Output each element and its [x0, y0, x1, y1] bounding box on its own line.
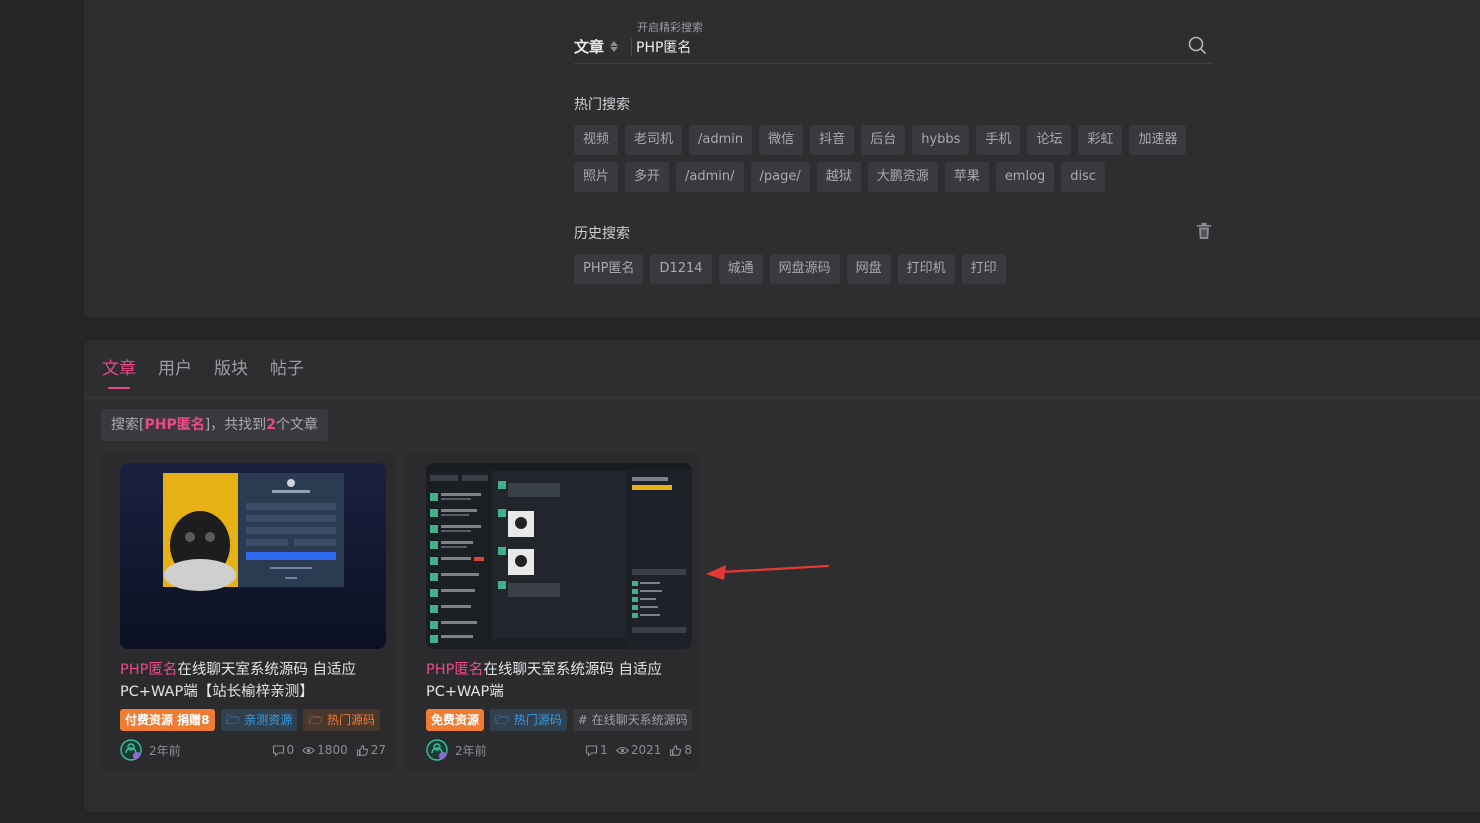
author-avatar[interactable] — [426, 739, 448, 761]
trash-icon[interactable] — [1196, 222, 1212, 240]
results-panel: 文章 用户 版块 帖子 搜索[PHP匿名]，共找到2个文章 PHP匿名在线聊天室… — [84, 340, 1480, 812]
thumbs-up-icon — [356, 744, 368, 756]
hot-search-tags: 视频 老司机/admin 微信 抖音 后台 hybbs 手机 论坛 彩虹 加速器照片 多开/admi… — [574, 125, 1214, 192]
hot-tag[interactable]: 越狱 — [816, 162, 861, 192]
thumbnail-chat-screen-image — [426, 463, 692, 649]
article-title[interactable]: PHP匿名在线聊天室系统源码 自适应PC+WAP端【站长榆梓亲测】 — [120, 659, 386, 703]
article-card[interactable]: PHP匿名在线聊天室系统源码 自适应PC+WAP端【站长榆梓亲测】 付费资源 捐… — [100, 453, 394, 771]
summary-keyword: PHP匿名 — [144, 417, 205, 433]
history-search-title: 历史搜索 — [574, 226, 630, 242]
thumbnail-login-screen-image — [120, 463, 386, 649]
history-tag[interactable]: PHP匿名 — [574, 254, 644, 284]
free-resource-tag[interactable]: 免费资源 — [426, 709, 485, 731]
search-summary: 搜索[PHP匿名]，共找到2个文章 — [101, 409, 328, 441]
hot-tag[interactable]: 多开 — [625, 162, 670, 192]
tab-users[interactable]: 用户 — [158, 354, 192, 389]
hot-tag[interactable]: 抖音 — [810, 125, 855, 155]
tab-boards[interactable]: 版块 — [214, 354, 248, 389]
search-input[interactable] — [636, 36, 1176, 58]
history-tag[interactable]: 城通 — [718, 254, 763, 284]
article-tags: 免费资源 🗁 热门源码 # 在线聊天系统源码 — [426, 709, 692, 731]
view-count: 1800 — [302, 743, 348, 757]
eye-icon — [302, 746, 316, 754]
hot-tag[interactable]: 彩虹 — [1078, 125, 1123, 155]
topic-tag[interactable]: # 在线聊天系统源码 — [572, 709, 692, 731]
comment-count: 1 — [585, 743, 608, 757]
comment-count: 0 — [272, 743, 294, 757]
hot-tag[interactable]: 老司机 — [625, 125, 683, 155]
view-count: 2021 — [615, 743, 661, 757]
hot-tag[interactable]: 视频 — [574, 125, 619, 155]
hot-tag[interactable]: emlog — [995, 162, 1055, 192]
like-count[interactable]: 27 — [356, 743, 386, 757]
article-thumbnail[interactable] — [426, 463, 692, 649]
hot-tag[interactable]: 照片 — [574, 162, 619, 192]
summary-count: 2 — [266, 417, 276, 433]
article-time: 2年前 — [149, 743, 181, 758]
hot-tag[interactable]: /page/ — [750, 162, 810, 192]
hot-tag[interactable]: 加速器 — [1129, 125, 1187, 155]
comment-icon — [272, 744, 284, 757]
search-separator — [631, 38, 632, 56]
category-tag[interactable]: 🗁 亲测资源 — [220, 709, 298, 731]
comment-icon — [586, 744, 598, 757]
search-icon[interactable] — [1186, 34, 1208, 56]
hot-tag[interactable]: 苹果 — [944, 162, 989, 192]
search-float-label: 开启精彩搜索 — [637, 21, 703, 34]
history-tag[interactable]: 网盘源码 — [769, 254, 840, 284]
article-meta: 2年前 0 1800 27 — [120, 739, 386, 761]
paid-resource-tag[interactable]: 付费资源 捐赠8 — [120, 709, 215, 731]
hot-tag[interactable]: hybbs — [912, 125, 970, 155]
article-thumbnail[interactable] — [120, 463, 386, 649]
hot-tag[interactable]: /admin/ — [676, 162, 744, 192]
history-tag[interactable]: D1214 — [650, 254, 712, 284]
hot-tag[interactable]: 后台 — [861, 125, 906, 155]
history-tag[interactable]: 打印机 — [897, 254, 955, 284]
history-tag[interactable]: 网盘 — [846, 254, 891, 284]
article-card[interactable]: PHP匿名在线聊天室系统源码 自适应PC+WAP端 免费资源 🗁 热门源码 # … — [406, 453, 700, 771]
hot-tag[interactable]: disc — [1061, 162, 1106, 192]
article-tags: 付费资源 捐赠8 🗁 亲测资源 🗁 热门源码 — [120, 709, 386, 731]
article-stats: 1 2021 8 — [585, 743, 692, 757]
article-stats: 0 1800 27 — [272, 743, 386, 757]
search-type-select[interactable]: 文章 — [574, 36, 619, 57]
like-count[interactable]: 8 — [669, 743, 692, 757]
search-bar: 文章 开启精彩搜索 — [574, 21, 1212, 64]
history-tag[interactable]: 打印 — [961, 254, 1006, 284]
author-avatar[interactable] — [120, 739, 142, 761]
article-time: 2年前 — [455, 743, 487, 758]
tab-posts[interactable]: 帖子 — [270, 354, 304, 389]
hot-tag[interactable]: 微信 — [759, 125, 804, 155]
search-panel: 文章 开启精彩搜索 热门搜索 视频老司机/admin微信抖音后台hybbs手机论… — [84, 0, 1480, 318]
hot-tag[interactable]: /admin — [689, 125, 753, 155]
article-title[interactable]: PHP匿名在线聊天室系统源码 自适应PC+WAP端 — [426, 659, 692, 703]
article-meta: 2年前 1 2021 8 — [426, 739, 692, 761]
hot-tag[interactable]: 大鹏资源 — [867, 162, 938, 192]
search-type-label: 文章 — [574, 38, 605, 56]
category-tag[interactable]: 🗁 热门源码 — [490, 709, 567, 731]
result-tabs: 文章 用户 版块 帖子 — [102, 354, 304, 389]
annotation-arrow-icon — [706, 564, 830, 580]
hot-tag[interactable]: 手机 — [976, 125, 1021, 155]
sort-arrows-icon — [610, 41, 619, 52]
hot-search-title: 热门搜索 — [574, 97, 630, 113]
history-search-tags: PHP匿名 D1214 城通 网盘源码 网盘 打印机 打印 — [574, 254, 1214, 284]
eye-icon — [615, 746, 629, 754]
hot-tag[interactable]: 论坛 — [1027, 125, 1072, 155]
tab-articles[interactable]: 文章 — [102, 354, 136, 389]
category-tag[interactable]: 🗁 热门源码 — [303, 709, 380, 731]
thumbs-up-icon — [670, 744, 682, 756]
tabs-divider — [84, 397, 1480, 398]
